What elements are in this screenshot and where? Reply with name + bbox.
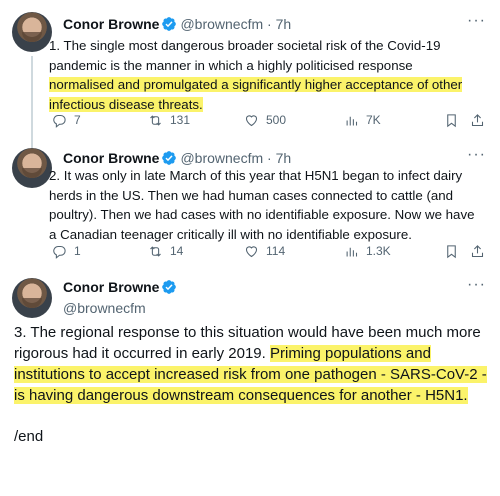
repost-button[interactable]: 14: [148, 244, 183, 259]
share-icon: [471, 114, 484, 127]
views-button[interactable]: 1.3K: [344, 244, 391, 259]
repost-count: 14: [170, 244, 184, 258]
tweet-2[interactable]: Conor Browne @brownecfm · 7h ··· 2. It wa…: [0, 144, 500, 268]
verified-badge-icon: [162, 280, 177, 294]
reply-button[interactable]: 1: [52, 244, 81, 259]
more-options-icon[interactable]: ···: [467, 276, 486, 294]
tweet-text: 2. It was only in late March of this yea…: [49, 166, 479, 244]
share-icon: [471, 245, 484, 258]
action-bar: 1 14 114 1.3K: [52, 244, 488, 264]
separator: ·: [267, 16, 272, 32]
bookmark-button[interactable]: [444, 113, 459, 128]
like-icon: [245, 246, 258, 258]
bookmark-icon: [447, 114, 456, 128]
reply-button[interactable]: 7: [52, 113, 81, 128]
tweet-text: 3. The regional response to this situati…: [14, 322, 492, 406]
verified-badge-icon: [162, 151, 177, 165]
reply-icon: [53, 245, 66, 259]
tweet-text-highlight: normalised and promulgated a significant…: [49, 77, 463, 112]
tweet-text-end: /end: [14, 428, 44, 445]
share-button[interactable]: [470, 244, 485, 259]
views-count: 7K: [366, 113, 381, 127]
author-name[interactable]: Conor Browne: [63, 16, 159, 32]
avatar[interactable]: [12, 12, 52, 52]
views-icon: [346, 116, 358, 126]
tweet-text-plain: 1. The single most dangerous broader soc…: [49, 38, 441, 73]
bookmark-button[interactable]: [444, 244, 459, 259]
thread-line: [31, 56, 33, 148]
repost-button[interactable]: 131: [148, 113, 190, 128]
tweet-text: 1. The single most dangerous broader soc…: [49, 36, 479, 114]
timestamp[interactable]: 7h: [276, 16, 292, 32]
tweet-1[interactable]: Conor Browne @brownecfm · 7h ··· 1. The s…: [0, 0, 500, 148]
share-button[interactable]: [470, 113, 485, 128]
reply-icon: [53, 114, 66, 128]
views-icon: [346, 247, 358, 257]
like-button[interactable]: 500: [244, 113, 286, 128]
like-button[interactable]: 114: [244, 244, 285, 259]
repost-icon: [150, 246, 161, 257]
bookmark-icon: [447, 245, 456, 259]
repost-count: 131: [170, 113, 191, 127]
tweet-3[interactable]: Conor Browne @brownecfm ··· 3. The regio…: [0, 272, 500, 496]
author-name[interactable]: Conor Browne: [63, 150, 159, 166]
like-count: 114: [266, 244, 286, 258]
verified-badge-icon: [162, 17, 177, 31]
like-count: 500: [266, 113, 287, 127]
more-options-icon[interactable]: ···: [467, 12, 486, 30]
author-handle[interactable]: @brownecfm: [63, 300, 146, 316]
author-name[interactable]: Conor Browne: [63, 279, 159, 295]
views-button[interactable]: 7K: [344, 113, 381, 128]
author-name-row: Conor Browne: [63, 279, 180, 295]
tweet-header: Conor Browne @brownecfm · 7h: [63, 149, 291, 167]
more-options-icon[interactable]: ···: [467, 146, 486, 164]
repost-icon: [150, 115, 161, 126]
separator: ·: [267, 150, 272, 166]
reply-count: 7: [74, 113, 81, 127]
tweet-text-plain: 2. It was only in late March of this yea…: [49, 168, 475, 242]
avatar[interactable]: [12, 278, 52, 318]
timestamp[interactable]: 7h: [276, 150, 292, 166]
avatar[interactable]: [12, 148, 52, 188]
like-icon: [245, 115, 258, 127]
author-handle[interactable]: @brownecfm: [180, 150, 263, 166]
author-handle[interactable]: @brownecfm: [180, 16, 263, 32]
views-count: 1.3K: [366, 244, 391, 258]
reply-count: 1: [74, 244, 81, 258]
tweet-header: Conor Browne @brownecfm · 7h: [63, 15, 291, 33]
action-bar: 7 131 500 7K: [52, 113, 488, 133]
